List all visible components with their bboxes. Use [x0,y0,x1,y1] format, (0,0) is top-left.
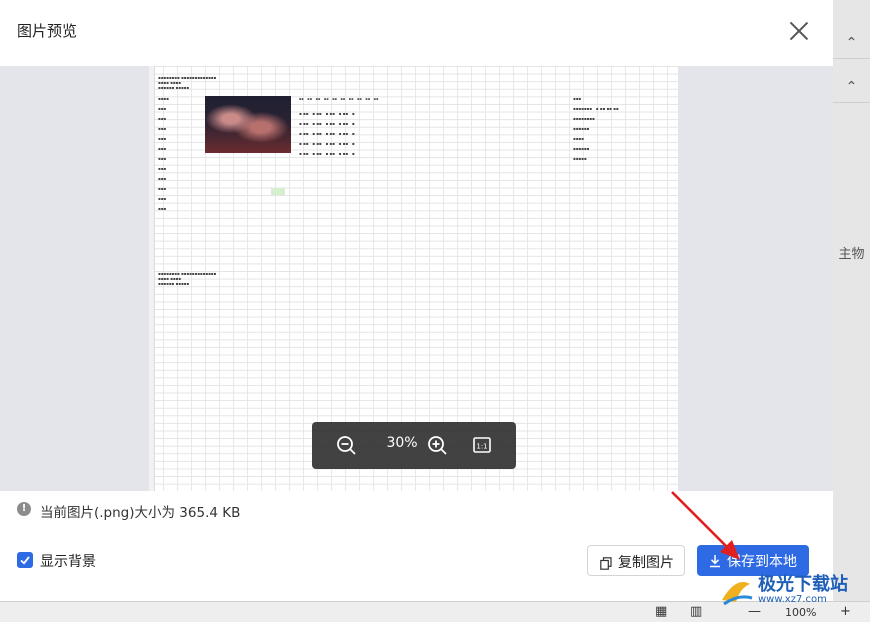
sheet-right-col: ▪▪▪ ▪▪▪▪▪▪▪ ▪ ▪▪ ▪▪ ▪▪ ▪▪▪▪▪▪▪▪ ▪▪▪▪▪▪ ▪▪▪▪ ▪… [573,96,619,161]
show-background-checkbox[interactable] [17,552,33,568]
sheet-values: ▪ ▪▪ ▪ ▪▪ ▪ ▪▪ ▪ ▪▪ ▪ ▪ ▪▪ ▪ ▪▪ ▪ ▪▪ ▪ ▪▪… [299,111,355,156]
close-button[interactable] [786,18,812,44]
bg-cell: ⌃ [833,72,870,103]
zoom-level: 30% [386,435,418,451]
sheet-note: ▪▪▪▪▪▪▪▪ ▪▪▪▪▪▪▪▪▪▪▪▪▪ ▪▪▪▪ ▪▪▪▪ ▪▪▪▪▪▪ ▪▪… [158,75,217,90]
dialog-title: 图片预览 [17,22,78,40]
svg-text:1:1: 1:1 [476,443,487,451]
info-icon: ! [17,502,31,516]
sheet-gutter [149,66,155,491]
page-view-icon: ▥ [690,604,703,619]
actual-size-icon[interactable]: 1:1 [471,434,493,456]
zoom-in-icon[interactable] [426,434,448,456]
watermark-url: www.xz7.com [758,594,827,605]
embedded-photo [205,96,291,153]
watermark-logo-icon [722,582,753,606]
background-side-panel: ⌃ ⌃ 主物 [833,0,870,621]
preview-area: ▪▪▪▪▪▪▪▪ ▪▪▪▪▪▪▪▪▪▪▪▪▪ ▪▪▪▪ ▪▪▪▪ ▪▪▪▪▪▪ ▪▪… [0,66,833,491]
watermark: 极光下载站 www.xz7.com [718,568,866,616]
sheet-cols: ▪▪ ▪▪ ▪▪ ▪▪ ▪▪ ▪▪ ▪▪ ▪▪ ▪▪ ▪▪ [299,97,379,101]
show-background-label[interactable]: 显示背景 [40,551,96,571]
copy-icon [600,555,612,574]
bg-cell: ⌃ [833,28,870,59]
zoom-out-icon[interactable] [335,434,357,456]
red-arrow-annotation [671,491,740,560]
sheet-note-2: ▪▪▪▪▪▪▪▪ ▪▪▪▪▪▪▪▪▪▪▪▪▪ ▪▪▪▪ ▪▪▪▪ ▪▪▪▪▪▪ ▪▪… [158,271,217,286]
sheet-rows: ▪▪▪▪ ▪▪▪ ▪▪▪ ▪▪▪ ▪▪▪ ▪▪▪ ▪▪▪ ▪▪▪ ▪▪▪ ▪▪▪ ▪▪▪ ▪▪▪ [158,96,169,211]
watermark-text: 极光下载站 [758,574,848,595]
image-size-text: 当前图片(.png)大小为 365.4 KB [40,505,241,521]
highlight-cell [271,188,285,195]
bg-side-text: 主物 [838,247,865,262]
zoom-toolbar: 30% 1:1 [312,422,516,469]
grid-view-icon: ▦ [655,604,668,619]
